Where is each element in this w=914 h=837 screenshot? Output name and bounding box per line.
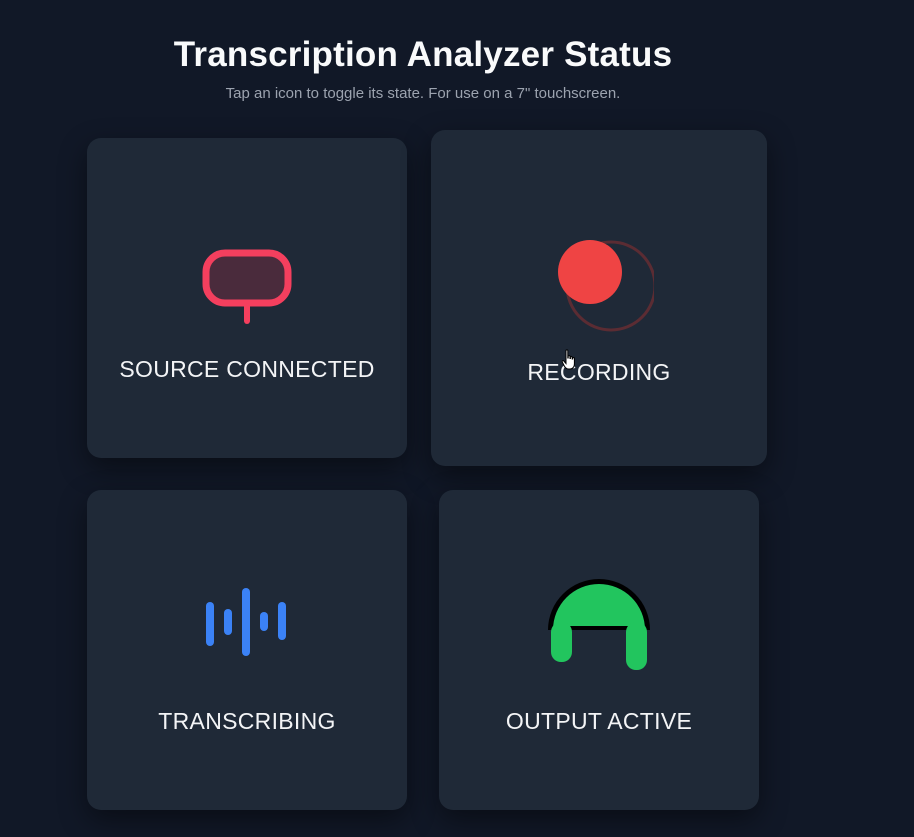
source-connected-card[interactable]: SOURCE CONNECTED	[87, 138, 407, 458]
source-connected-label: SOURCE CONNECTED	[119, 356, 375, 382]
headphones-icon[interactable]	[543, 572, 655, 677]
output-active-label: OUTPUT ACTIVE	[505, 708, 693, 734]
source-connector-icon[interactable]	[201, 248, 293, 331]
page-subtitle: Tap an icon to toggle its state. For use…	[225, 85, 621, 102]
output-active-card[interactable]: OUTPUT ACTIVE	[439, 490, 759, 810]
header: Transcription Analyzer Status Tap an ico…	[0, 30, 846, 104]
recording-card[interactable]: RECORDING	[431, 130, 767, 466]
soundwave-icon[interactable]	[202, 586, 292, 663]
page-title: Transcription Analyzer Status	[173, 35, 673, 74]
recording-label: RECORDING	[527, 359, 671, 385]
transcribing-card[interactable]: TRANSCRIBING	[87, 490, 407, 810]
record-dot-icon[interactable]	[544, 236, 657, 341]
transcribing-label: TRANSCRIBING	[158, 708, 336, 734]
